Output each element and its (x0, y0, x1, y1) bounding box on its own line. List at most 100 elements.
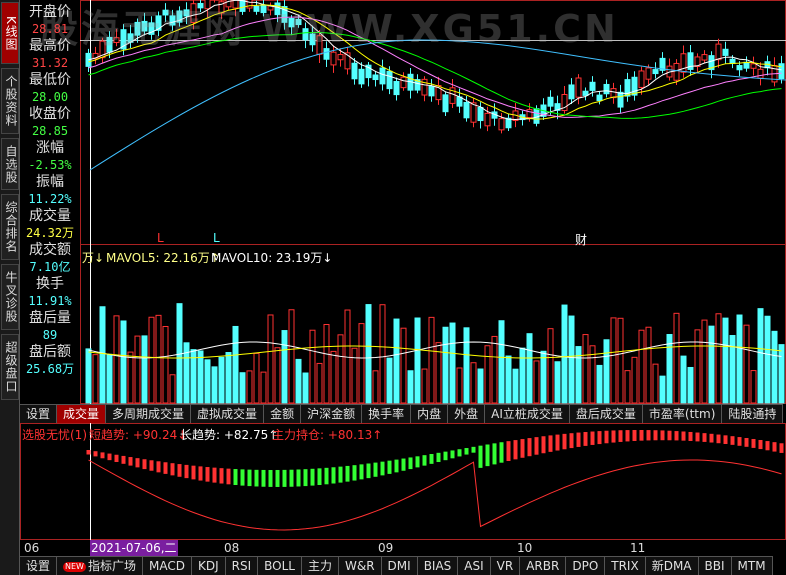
date-label: 10 (517, 541, 533, 555)
indicator-tab-mtm[interactable]: MTM (732, 557, 773, 575)
candle-body (337, 54, 344, 61)
marker-finance[interactable]: 财 (575, 231, 587, 248)
date-label: 09 (378, 541, 394, 555)
indicator-tab-macd[interactable]: MACD (143, 557, 192, 575)
indicator-tab-square[interactable]: NEW 指标广场 (57, 557, 143, 575)
indicator-tab-bbi[interactable]: BBI (699, 557, 732, 575)
marker-l-2[interactable]: L (213, 231, 220, 245)
marker-l-1[interactable]: L (157, 231, 164, 245)
trend-bar (324, 467, 329, 485)
volume-tab-volume[interactable]: 成交量 (57, 405, 107, 423)
trend-bar (345, 465, 350, 482)
trend-bar (359, 464, 364, 480)
candle-body (631, 76, 638, 96)
volume-tab-settings[interactable]: 设置 (20, 405, 58, 423)
trend-bar (779, 443, 784, 453)
volume-tab-pe-ttm[interactable]: 市盈率(ttm) (643, 405, 723, 423)
trend-bar (758, 440, 763, 450)
trend-bar (275, 469, 280, 487)
volume-bar (106, 353, 113, 404)
volume-tab-northbound[interactable]: 陆股通持 (722, 405, 784, 423)
trend-bar (639, 430, 644, 441)
indicator-tab-dpo[interactable]: DPO (566, 557, 606, 575)
trend-bar (625, 430, 630, 442)
trend-bar (506, 441, 511, 462)
trend-bar (716, 434, 721, 444)
trend-bar (401, 458, 406, 471)
indicator-name[interactable]: 选股无忧(1) (22, 426, 87, 443)
trend-bar (548, 435, 553, 452)
candle-body (351, 62, 358, 80)
indicator-tab-settings[interactable]: 设置 (20, 557, 58, 575)
indicator-tab-trix[interactable]: TRIX (605, 557, 646, 575)
tab-super-orderbook[interactable]: 超级盘口 (1, 334, 19, 400)
indicator-tab-wr[interactable]: W&R (339, 557, 382, 575)
candle-body (575, 77, 582, 98)
indicator-tab-dmi[interactable]: DMI (382, 557, 418, 575)
candle-body (568, 84, 575, 100)
candle-body (757, 68, 764, 79)
candle-body (715, 43, 722, 61)
volume-tab-amount[interactable]: 金额 (264, 405, 302, 423)
volume-bar (694, 329, 701, 404)
volume-bar (491, 335, 498, 404)
trend-bar (555, 434, 560, 451)
date-label: 11 (630, 541, 646, 555)
volume-bar (547, 328, 554, 404)
tab-kline[interactable]: K线图 (1, 2, 19, 64)
indicator-tab-kdj[interactable]: KDJ (192, 557, 226, 575)
mavol5-legend: MAVOL5: 22.16万↑ (106, 251, 220, 265)
volume-tab-ai[interactable]: AI立桩成交量 (485, 405, 570, 423)
trend-bar (93, 451, 98, 457)
indicator-tab-asi[interactable]: ASI (458, 557, 491, 575)
quote-info-panel: 开盘价 28.81 最高价 31.32 最低价 28.00 收盘价 28.85 … (20, 0, 80, 400)
volume-tab-market-amount[interactable]: 沪深金额 (301, 405, 363, 423)
amplitude-value: 11.22% (28, 192, 72, 206)
tab-watchlist[interactable]: 自选股 (1, 138, 19, 190)
candle-body (428, 85, 435, 97)
indicator-tab-bias[interactable]: BIAS (418, 557, 459, 575)
trend-bar (366, 463, 371, 479)
candle-body (729, 58, 736, 64)
volume-bar (715, 313, 722, 404)
volume-bar (162, 326, 169, 404)
trend-bar (478, 445, 483, 468)
watermark-text: 股海无涯网 WWW.XG51.CN (40, 7, 619, 51)
volume-tab-inner[interactable]: 内盘 (411, 405, 449, 423)
volume-tab-outer[interactable]: 外盘 (448, 405, 486, 423)
candle-body (736, 65, 743, 71)
date-label: 08 (224, 541, 240, 555)
indicator-tab-rsi[interactable]: RSI (226, 557, 259, 575)
candle-body (603, 83, 610, 95)
trend-bar (681, 431, 686, 441)
trend-bar (576, 432, 581, 447)
indicator-tab-vr[interactable]: VR (491, 557, 521, 575)
tab-ranking[interactable]: 综合排名 (1, 194, 19, 260)
trend-bar (240, 469, 245, 486)
indicator-tab-arbr[interactable]: ARBR (520, 557, 567, 575)
tab-stock-profile[interactable]: 个股资料 (1, 68, 19, 134)
volume-tab-after-hours[interactable]: 盘后成交量 (570, 405, 643, 423)
volume-bar (666, 334, 673, 404)
volume-tab-turnover[interactable]: 换手率 (362, 405, 412, 423)
trend-bar (450, 450, 455, 459)
volume-tab-multi-period[interactable]: 多周期成交量 (106, 405, 192, 423)
candle-body (393, 81, 400, 96)
trend-bar (464, 448, 469, 455)
tab-diagnosis[interactable]: 牛叉诊股 (1, 264, 19, 330)
candle-body (372, 74, 379, 81)
indicator-tab-boll[interactable]: BOLL (258, 557, 302, 575)
volume-bar (533, 360, 540, 404)
volume-bar (274, 347, 281, 404)
volume-bar (484, 345, 491, 404)
trend-bar (121, 455, 126, 464)
indicator-tab-main-force[interactable]: 主力 (302, 557, 339, 575)
volume-tab-virtual[interactable]: 虚拟成交量 (191, 405, 265, 423)
kline-chart[interactable] (0, 0, 786, 575)
indicator-tab-new-dma[interactable]: 新DMA (646, 557, 699, 575)
candle-body (582, 90, 589, 96)
high-value: 31.32 (31, 56, 69, 70)
mavol10-legend: MAVOL10: 23.19万↓ (211, 251, 333, 265)
volume-bar (568, 315, 575, 404)
trend-bar (135, 458, 140, 468)
